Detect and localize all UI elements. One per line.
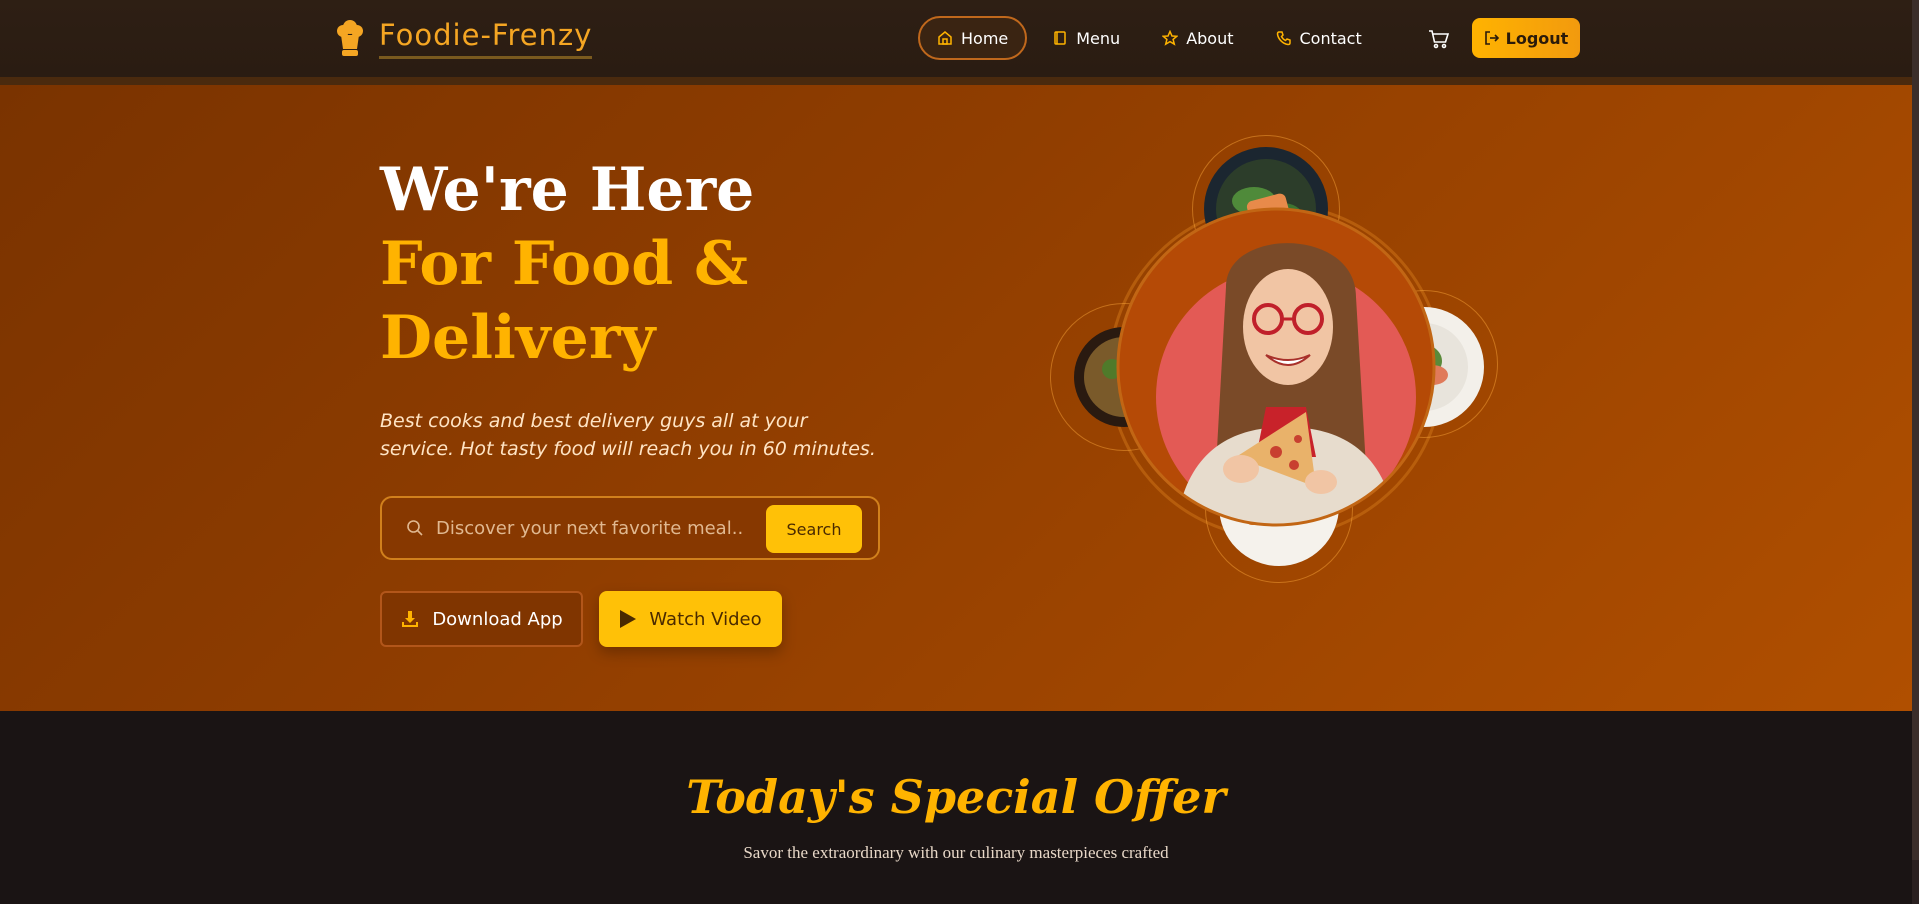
star-icon <box>1162 30 1179 46</box>
hero-section: We're Here For Food & Delivery Best cook… <box>0 85 1912 711</box>
hero-title-line3: Delivery <box>380 303 656 373</box>
hero-illustration <box>1040 135 1510 625</box>
watch-video-button[interactable]: Watch Video <box>599 591 782 647</box>
download-app-label: Download App <box>432 608 563 630</box>
search-button[interactable]: Search <box>766 505 862 553</box>
hero-title-line2: For Food & <box>380 229 749 299</box>
nav-menu-label: Menu <box>1076 28 1121 48</box>
site-header: Foodie-Frenzy Home Menu About Contact Lo… <box>0 0 1912 85</box>
search-bar: Search <box>380 496 880 560</box>
chef-hat-icon <box>337 19 363 56</box>
cart-icon[interactable] <box>1428 28 1450 50</box>
phone-icon <box>1276 31 1291 46</box>
nav-home[interactable]: Home <box>918 16 1028 60</box>
watch-video-label: Watch Video <box>649 608 762 630</box>
nav-contact[interactable]: Contact <box>1259 16 1379 60</box>
scrollbar-thumb[interactable] <box>1912 0 1919 860</box>
search-icon <box>407 520 423 536</box>
hero-tagline: Best cooks and best delivery guys all at… <box>380 410 876 460</box>
logout-icon <box>1484 31 1499 45</box>
woman-with-pizza-image <box>1116 207 1436 527</box>
home-icon <box>938 31 952 45</box>
main-nav: Home Menu About Contact <box>918 16 1387 60</box>
nav-about-label: About <box>1186 28 1234 48</box>
brand-link[interactable]: Foodie-Frenzy <box>335 18 593 59</box>
download-icon <box>402 611 419 627</box>
book-icon <box>1054 31 1066 45</box>
play-icon <box>620 610 637 628</box>
search-input[interactable] <box>436 517 766 539</box>
brand-name: Foodie-Frenzy <box>379 18 593 59</box>
special-offer-title: Today's Special Offer <box>686 770 1226 824</box>
nav-contact-label: Contact <box>1299 28 1362 48</box>
nav-menu[interactable]: Menu <box>1035 16 1137 60</box>
logout-button[interactable]: Logout <box>1472 18 1580 58</box>
hero-title: We're Here For Food & Delivery <box>380 153 754 375</box>
logout-label: Logout <box>1505 28 1569 48</box>
nav-home-label: Home <box>961 28 1009 48</box>
download-app-button[interactable]: Download App <box>380 591 583 647</box>
nav-about[interactable]: About <box>1145 16 1250 60</box>
hero-title-line1: We're Here <box>380 155 755 225</box>
special-offer-subtitle: Savor the extraordinary with our culinar… <box>743 843 1169 862</box>
page-scrollbar[interactable] <box>1912 0 1919 904</box>
